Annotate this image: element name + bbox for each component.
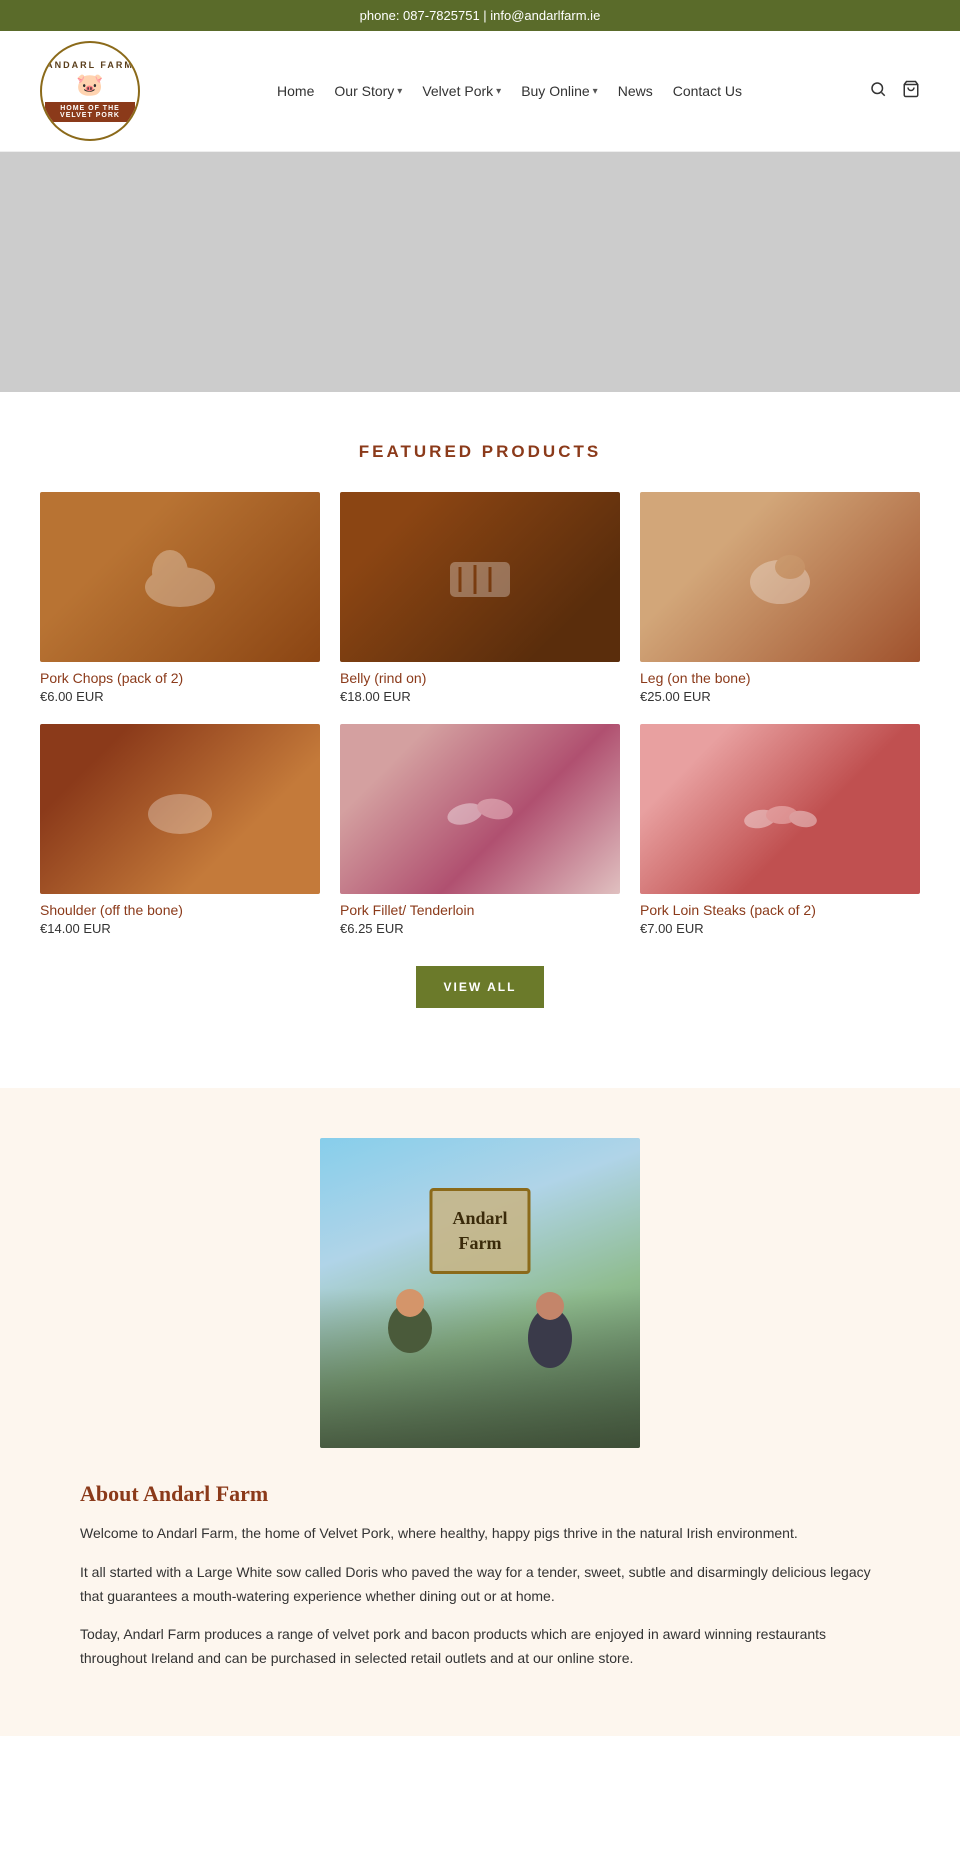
about-para-3: Today, Andarl Farm produces a range of v… <box>80 1623 880 1671</box>
product-card-3[interactable]: Leg (on the bone) €25.00 EUR <box>640 492 920 704</box>
search-button[interactable] <box>869 80 887 103</box>
about-para-1: Welcome to Andarl Farm, the home of Velv… <box>80 1522 880 1546</box>
header: ANDARL FARM 🐷 HOME OF THE VELVET PORK Ho… <box>0 31 960 152</box>
hero-banner <box>0 152 960 392</box>
product-card-2[interactable]: Belly (rind on) €18.00 EUR <box>340 492 620 704</box>
product-image-1 <box>40 492 320 662</box>
top-bar-text: phone: 087-7825751 | info@andarlfarm.ie <box>360 8 601 23</box>
product-visual <box>440 769 520 849</box>
chevron-down-icon: ▾ <box>593 86 598 97</box>
people-svg <box>320 1288 640 1448</box>
chevron-down-icon: ▾ <box>397 86 402 97</box>
product-price-2: €18.00 EUR <box>340 689 620 704</box>
product-name-1: Pork Chops (pack of 2) <box>40 670 320 686</box>
about-section: Andarl Farm About Andarl Farm Welcome to… <box>0 1088 960 1736</box>
cart-button[interactable] <box>902 80 920 103</box>
product-card-1[interactable]: Pork Chops (pack of 2) €6.00 EUR <box>40 492 320 704</box>
logo[interactable]: ANDARL FARM 🐷 HOME OF THE VELVET PORK <box>40 41 150 141</box>
product-image-3 <box>640 492 920 662</box>
product-image-4 <box>40 724 320 894</box>
nav-our-story[interactable]: Our Story ▾ <box>334 83 402 99</box>
product-card-4[interactable]: Shoulder (off the bone) €14.00 EUR <box>40 724 320 936</box>
about-farm-image: Andarl Farm <box>320 1138 640 1448</box>
logo-circle: ANDARL FARM 🐷 HOME OF THE VELVET PORK <box>40 41 140 141</box>
farm-sign: Andarl Farm <box>429 1188 530 1274</box>
product-visual <box>740 769 820 849</box>
nav-home[interactable]: Home <box>277 83 314 99</box>
pig-icon: 🐷 <box>76 72 103 98</box>
product-image-5 <box>340 724 620 894</box>
product-name-4: Shoulder (off the bone) <box>40 902 320 918</box>
about-title: About Andarl Farm <box>80 1481 880 1507</box>
about-image-wrap: Andarl Farm <box>40 1138 920 1451</box>
product-price-6: €7.00 EUR <box>640 921 920 936</box>
product-visual <box>740 537 820 617</box>
about-content: About Andarl Farm Welcome to Andarl Farm… <box>80 1481 880 1671</box>
product-name-2: Belly (rind on) <box>340 670 620 686</box>
product-card-5[interactable]: Pork Fillet/ Tenderloin €6.25 EUR <box>340 724 620 936</box>
featured-products-section: FEATURED PRODUCTS Pork Chops (pack of 2)… <box>0 392 960 1088</box>
product-name-6: Pork Loin Steaks (pack of 2) <box>640 902 920 918</box>
product-price-1: €6.00 EUR <box>40 689 320 704</box>
logo-name: ANDARL FARM <box>46 60 134 70</box>
product-name-3: Leg (on the bone) <box>640 670 920 686</box>
product-image-2 <box>340 492 620 662</box>
product-price-5: €6.25 EUR <box>340 921 620 936</box>
product-price-3: €25.00 EUR <box>640 689 920 704</box>
chevron-down-icon: ▾ <box>496 86 501 97</box>
logo-banner: HOME OF THE VELVET PORK <box>45 102 135 122</box>
product-price-4: €14.00 EUR <box>40 921 320 936</box>
products-grid: Pork Chops (pack of 2) €6.00 EUR Belly (… <box>40 492 920 936</box>
featured-title: FEATURED PRODUCTS <box>40 442 920 462</box>
nav-news[interactable]: News <box>618 83 653 99</box>
product-visual <box>140 537 220 617</box>
header-icons <box>869 80 920 103</box>
about-para-2: It all started with a Large White sow ca… <box>80 1561 880 1609</box>
nav-contact-us[interactable]: Contact Us <box>673 83 742 99</box>
cart-icon <box>902 80 920 98</box>
top-bar: phone: 087-7825751 | info@andarlfarm.ie <box>0 0 960 31</box>
product-card-6[interactable]: Pork Loin Steaks (pack of 2) €7.00 EUR <box>640 724 920 936</box>
search-icon <box>869 80 887 98</box>
product-name-5: Pork Fillet/ Tenderloin <box>340 902 620 918</box>
main-nav: Home Our Story ▾ Velvet Pork ▾ Buy Onlin… <box>277 83 742 99</box>
nav-velvet-pork[interactable]: Velvet Pork ▾ <box>422 83 501 99</box>
view-all-wrap: VIEW ALL <box>40 966 920 1008</box>
view-all-button[interactable]: VIEW ALL <box>416 966 545 1008</box>
product-visual <box>140 769 220 849</box>
nav-buy-online[interactable]: Buy Online ▾ <box>521 83 598 99</box>
product-visual <box>440 537 520 617</box>
product-image-6 <box>640 724 920 894</box>
